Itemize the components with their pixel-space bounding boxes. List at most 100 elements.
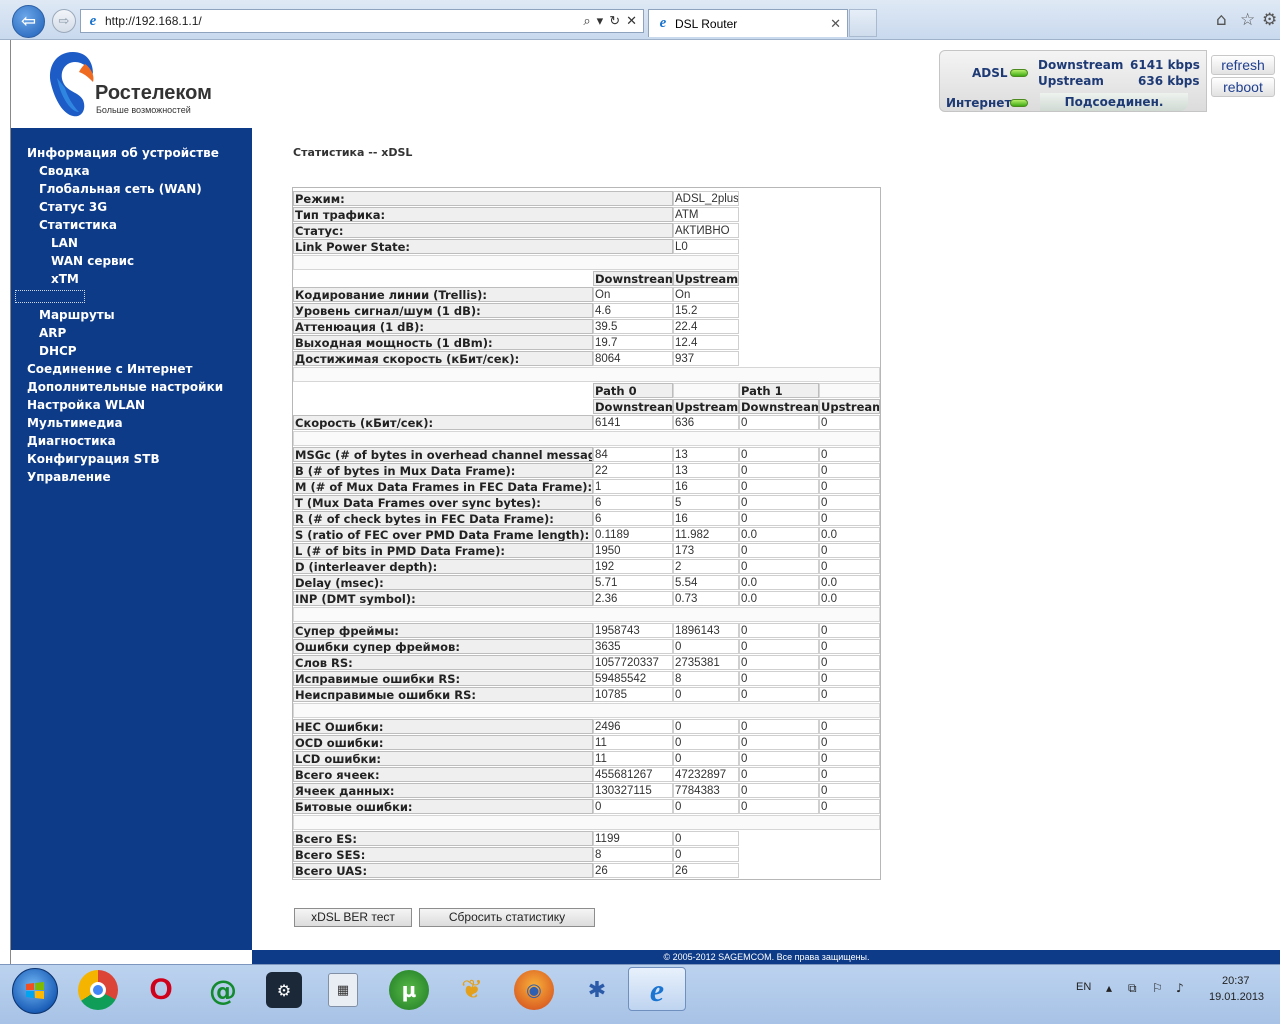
row-value: 0	[739, 719, 819, 734]
internet-led-icon	[1010, 99, 1028, 107]
url-text[interactable]: http://192.168.1.1/	[105, 14, 583, 28]
calculator-icon[interactable]: ▦	[328, 973, 358, 1007]
row-label: Режим:	[293, 191, 673, 206]
row-value: 0	[739, 415, 819, 430]
row-value: 16	[673, 479, 739, 494]
refresh-page-icon[interactable]: ↻	[609, 13, 620, 29]
browser-tab[interactable]: e DSL Router ✕	[648, 9, 848, 37]
spacer-row	[293, 815, 880, 830]
sidebar-item[interactable]: Управление	[27, 470, 111, 484]
sidebar-item[interactable]: ARP	[39, 326, 66, 340]
row-value: 0	[739, 687, 819, 702]
sidebar-item[interactable]: Статус 3G	[39, 200, 107, 214]
show-hidden-icons-icon[interactable]: ▴	[1106, 981, 1112, 995]
favorites-star-icon[interactable]: ☆	[1240, 10, 1255, 30]
clock-time[interactable]: 20:37	[1222, 975, 1250, 987]
spacer-row	[293, 703, 880, 718]
internet-explorer-icon[interactable]: e	[637, 970, 677, 1010]
close-tab-icon[interactable]: ✕	[830, 16, 841, 32]
row-value: 1057720337	[593, 655, 673, 670]
row-value: L0	[673, 239, 739, 254]
downstream-label: Downstream	[1038, 58, 1124, 72]
row-value: ATM	[673, 207, 739, 222]
address-bar[interactable]: e http://192.168.1.1/ ⌕ ▾ ↻ ✕	[80, 9, 644, 33]
row-value: 0	[739, 799, 819, 814]
column-header: Downstream	[739, 399, 819, 414]
sidebar-item[interactable]: xTM	[51, 272, 79, 286]
row-label: Кодирование линии (Trellis):	[293, 287, 593, 302]
refresh-button[interactable]: refresh	[1211, 55, 1275, 75]
sidebar-item[interactable]: Статистика	[39, 218, 117, 232]
network-icon[interactable]: ⧉	[1128, 981, 1137, 996]
row-label: Всего SES:	[293, 847, 593, 862]
forward-button[interactable]: ⇨	[52, 9, 76, 33]
sidebar-item[interactable]: Сводка	[39, 164, 90, 178]
row-label: D (interleaver depth):	[293, 559, 593, 574]
row-label: Супер фреймы:	[293, 623, 593, 638]
firefox-icon[interactable]: ◉	[514, 970, 554, 1010]
row-label: M (# of Mux Data Frames in FEC Data Fram…	[293, 479, 593, 494]
clock-date[interactable]: 19.01.2013	[1209, 991, 1264, 1003]
butterfly-icon[interactable]: ❦	[452, 970, 492, 1010]
row-value: 16	[673, 511, 739, 526]
sidebar-item[interactable]: Диагностика	[27, 434, 116, 448]
dropdown-icon[interactable]: ▾	[597, 13, 604, 29]
row-value: 0	[819, 479, 880, 494]
sidebar-item[interactable]: Маршруты	[39, 308, 115, 322]
back-button[interactable]: ⇦	[12, 5, 45, 38]
stop-icon[interactable]: ✕	[626, 13, 637, 29]
column-header: Upstream	[819, 399, 880, 414]
action-center-flag-icon[interactable]: ⚐	[1152, 981, 1163, 995]
reboot-button[interactable]: reboot	[1211, 77, 1275, 97]
row-value: 0	[739, 639, 819, 654]
chrome-icon[interactable]	[78, 970, 118, 1010]
row-label: S (ratio of FEC over PMD Data Frame leng…	[293, 527, 593, 542]
row-label: Исправимые ошибки RS:	[293, 671, 593, 686]
media-player-icon[interactable]: ✱	[577, 970, 617, 1010]
row-value: 5	[673, 495, 739, 510]
row-label: HEC Ошибки:	[293, 719, 593, 734]
sidebar-item[interactable]: Мультимедиа	[27, 416, 123, 430]
row-value: 26	[593, 863, 673, 878]
row-value: 8	[593, 847, 673, 862]
sidebar-item[interactable]: Соединение с Интернет	[27, 362, 192, 376]
gear-icon[interactable]: ⚙	[1262, 10, 1277, 30]
row-value: 0	[673, 735, 739, 750]
rostelecom-logo-icon	[49, 52, 94, 117]
page-title: Статистика -- xDSL	[293, 146, 413, 159]
row-value: 0	[739, 511, 819, 526]
sidebar-item[interactable]: Конфигурация STB	[27, 452, 160, 466]
row-value: 4.6	[593, 303, 673, 318]
reset-statistics-button[interactable]: Сбросить статистику	[419, 908, 595, 927]
opera-icon[interactable]: O	[141, 970, 181, 1010]
steam-icon[interactable]: ⚙	[266, 972, 302, 1008]
row-label: LCD ошибки:	[293, 751, 593, 766]
sidebar-item[interactable]: Дополнительные настройки	[27, 380, 223, 394]
row-label: Выходная мощность (1 dBm):	[293, 335, 593, 350]
row-value: 0.0	[739, 575, 819, 590]
language-indicator[interactable]: EN	[1076, 981, 1091, 993]
xdsl-ber-test-button[interactable]: xDSL BER тест	[294, 908, 412, 927]
sidebar-item[interactable]: Настройка WLAN	[27, 398, 145, 412]
row-value: 0	[819, 735, 880, 750]
sidebar-item[interactable]: Информация об устройстве	[27, 146, 219, 160]
row-value: 2496	[593, 719, 673, 734]
sidebar-item[interactable]: WAN сервис	[51, 254, 134, 268]
sidebar-item[interactable]: LAN	[51, 236, 78, 250]
sidebar-item[interactable]: Глобальная сеть (WAN)	[39, 182, 202, 196]
spacer-row	[293, 607, 880, 622]
adsl-led-icon	[1010, 69, 1028, 77]
mail-agent-icon[interactable]: @	[203, 970, 243, 1010]
volume-icon[interactable]: ♪	[1176, 981, 1184, 995]
new-tab-button[interactable]	[849, 9, 877, 37]
sidebar-item[interactable]: xDSL	[15, 290, 85, 303]
utorrent-icon[interactable]: µ	[389, 970, 429, 1010]
row-value: 173	[673, 543, 739, 558]
row-value: 0.73	[673, 591, 739, 606]
row-label: Скорость (кБит/сек):	[293, 415, 593, 430]
row-value: 12.4	[673, 335, 739, 350]
home-icon[interactable]: ⌂	[1216, 10, 1227, 30]
upstream-label: Upstream	[1038, 74, 1104, 88]
search-icon[interactable]: ⌕	[583, 13, 590, 29]
sidebar-item[interactable]: DHCP	[39, 344, 77, 358]
